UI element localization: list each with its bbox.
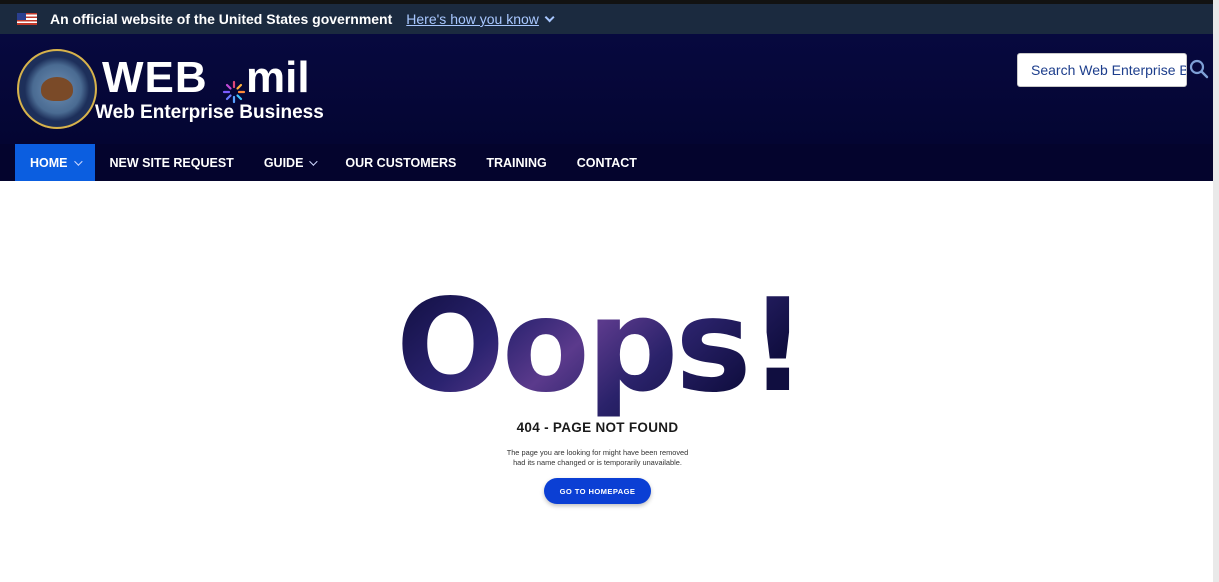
- gov-banner-text: An official website of the United States…: [50, 11, 393, 27]
- brand-secondary[interactable]: mil: [246, 56, 310, 100]
- main-nav: HOME NEW SITE REQUEST GUIDE OUR CUSTOMER…: [0, 144, 1213, 181]
- chevron-down-icon: [544, 11, 555, 22]
- nav-item-training[interactable]: TRAINING: [471, 144, 561, 181]
- department-seal-logo[interactable]: [17, 49, 97, 129]
- heres-how-you-know-link[interactable]: Here's how you know: [406, 11, 555, 27]
- nav-item-label: OUR CUSTOMERS: [345, 155, 457, 170]
- nav-item-new-site-request[interactable]: NEW SITE REQUEST: [95, 144, 249, 181]
- nav-item-label: TRAINING: [486, 155, 547, 170]
- nav-item-home[interactable]: HOME: [15, 144, 95, 181]
- nav-item-guide[interactable]: GUIDE: [249, 144, 331, 181]
- gov-banner: An official website of the United States…: [0, 0, 1213, 34]
- chevron-down-icon: [73, 156, 83, 166]
- search-input[interactable]: Search Web Enterprise B: [1017, 53, 1187, 87]
- error-message: The page you are looking for might have …: [450, 448, 745, 468]
- nav-item-label: NEW SITE REQUEST: [109, 155, 234, 170]
- nav-item-our-customers[interactable]: OUR CUSTOMERS: [330, 144, 471, 181]
- oops-text: Oops!: [400, 282, 800, 421]
- oops-heading: Oops!: [400, 282, 800, 421]
- chevron-down-icon: [309, 156, 319, 166]
- go-to-homepage-button[interactable]: GO TO HOMEPAGE: [544, 478, 651, 504]
- nav-item-contact[interactable]: CONTACT: [562, 144, 652, 181]
- nav-item-label: GUIDE: [263, 155, 304, 170]
- site-header: WEB mil Web Enterprise Business Search W…: [0, 34, 1213, 144]
- us-flag-icon: [17, 13, 37, 25]
- brand-subtitle: Web Enterprise Business: [95, 102, 324, 123]
- heres-how-you-know-label: Here's how you know: [406, 11, 539, 27]
- error-headline: 404 - PAGE NOT FOUND: [516, 420, 679, 435]
- nav-item-label: CONTACT: [576, 155, 637, 170]
- search-icon[interactable]: [1189, 59, 1209, 79]
- brand-primary[interactable]: WEB: [102, 56, 208, 100]
- page-scrollbar[interactable]: [1213, 0, 1219, 582]
- starburst-icon: [222, 80, 246, 104]
- nav-item-label: HOME: [30, 155, 68, 170]
- error-message-line: had its name changed or is temporarily u…: [513, 457, 682, 467]
- error-message-line: The page you are looking for might have …: [506, 448, 689, 457]
